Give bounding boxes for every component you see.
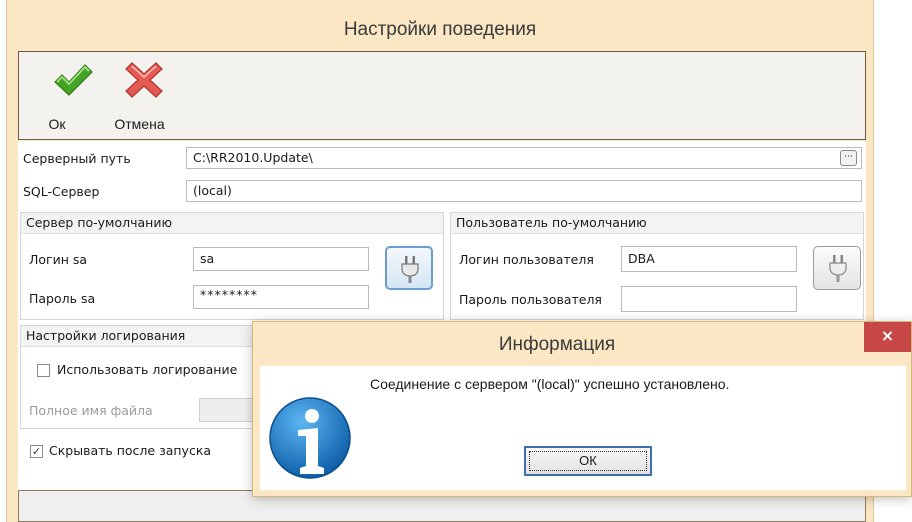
- use-logging-label: Использовать логирование: [57, 362, 238, 377]
- user-password-input[interactable]: [621, 286, 797, 312]
- test-user-connection-button[interactable]: [813, 246, 861, 290]
- plug-icon: [829, 255, 847, 282]
- sql-server-input[interactable]: (local): [186, 180, 862, 202]
- ok-button[interactable]: Ок: [37, 58, 107, 136]
- user-login-label: Логин пользователя: [459, 252, 594, 267]
- dialog-title: Информация: [498, 334, 616, 355]
- hide-after-launch-checkbox[interactable]: ✓: [30, 445, 43, 458]
- hide-after-launch-label: Скрывать после запуска: [49, 443, 212, 458]
- server-path-input[interactable]: C:\RR2010.Update\: [186, 147, 862, 169]
- window-title: Настройки поведения: [343, 19, 537, 40]
- cancel-button-label: Отмена: [114, 116, 165, 132]
- sa-login-label: Логин sa: [29, 252, 88, 267]
- dialog-body: Соединение с сервером "(local)" успешно …: [260, 366, 906, 490]
- dialog-close-button[interactable]: ×: [864, 322, 911, 352]
- information-icon: [269, 397, 351, 479]
- dialog-message: Соединение с сервером "(local)" успешно …: [370, 376, 730, 392]
- plug-icon: [401, 256, 419, 283]
- sql-server-label: SQL-Сервер: [23, 184, 100, 199]
- cross-icon: [124, 60, 164, 100]
- default-server-title: Сервер по-умолчанию: [21, 213, 443, 234]
- sa-password-label: Пароль sa: [29, 291, 96, 306]
- default-user-title: Пользователь по-умолчанию: [451, 213, 863, 234]
- user-login-input[interactable]: DBA: [621, 246, 797, 272]
- dialog-ok-button[interactable]: ОК: [524, 446, 652, 476]
- checkmark-icon: [52, 60, 93, 100]
- sa-login-input[interactable]: sa: [193, 247, 369, 271]
- info-dialog: Информация × Соединение с сервером "(loc…: [252, 321, 912, 497]
- focus-outline: [529, 451, 647, 471]
- sa-password-input[interactable]: ********: [193, 285, 369, 309]
- ok-button-label: Ок: [48, 116, 66, 132]
- user-password-label: Пароль пользователя: [459, 292, 602, 307]
- server-path-label: Серверный путь: [23, 151, 131, 166]
- test-server-connection-button[interactable]: [385, 246, 433, 290]
- default-server-group: Сервер по-умолчанию Логин sa sa Пароль s…: [20, 212, 444, 320]
- cancel-button[interactable]: Отмена: [109, 58, 179, 136]
- use-logging-checkbox[interactable]: [37, 364, 50, 377]
- browse-button[interactable]: ···: [840, 150, 857, 166]
- toolbar: Ок Отмена: [18, 51, 866, 140]
- log-filename-label: Полное имя файла: [29, 403, 153, 418]
- default-user-group: Пользователь по-умолчанию Логин пользова…: [450, 212, 864, 320]
